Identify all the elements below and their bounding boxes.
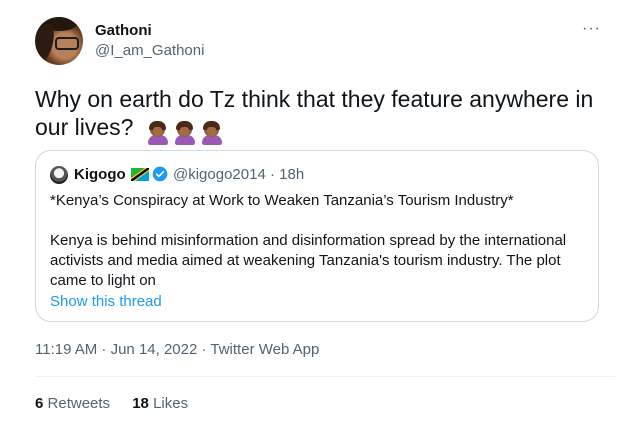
quoted-body: Kenya is behind misinformation and disin… bbox=[50, 232, 567, 289]
author-name[interactable]: Gathoni bbox=[95, 22, 152, 39]
author-handle[interactable]: @I_am_Gathoni bbox=[95, 42, 204, 59]
facepalm-emoji-icon bbox=[173, 120, 197, 145]
facepalm-emojis bbox=[146, 117, 227, 145]
quoted-headline: *Kenya’s Conspiracy at Work to Weaken Ta… bbox=[50, 192, 514, 209]
verified-badge-icon bbox=[152, 166, 168, 182]
quoted-tweet[interactable]: Kigogo @kigogo2014 · 18h *Kenya’s Conspi… bbox=[35, 150, 599, 322]
divider bbox=[35, 376, 615, 377]
facepalm-emoji-icon bbox=[200, 120, 224, 145]
likes-label: Likes bbox=[153, 395, 189, 412]
retweets-stat[interactable]: 6 Retweets bbox=[35, 395, 110, 412]
author-avatar[interactable] bbox=[35, 17, 83, 65]
retweets-label: Retweets bbox=[47, 395, 111, 412]
tanzania-flag-icon bbox=[131, 168, 149, 181]
tweet-timestamp[interactable]: 11:19 AM · Jun 14, 2022 · Twitter Web Ap… bbox=[35, 341, 319, 358]
likes-count: 18 bbox=[132, 395, 149, 412]
quoted-author-name: Kigogo bbox=[74, 166, 126, 183]
retweets-count: 6 bbox=[35, 395, 44, 412]
tweet-text-body: Why on earth do Tz think that they featu… bbox=[35, 86, 594, 140]
more-horizontal-icon[interactable]: ··· bbox=[582, 20, 601, 38]
show-thread-link[interactable]: Show this thread bbox=[50, 293, 162, 310]
likes-stat[interactable]: 18 Likes bbox=[132, 395, 188, 412]
quoted-meta: @kigogo2014 · 18h bbox=[173, 166, 305, 183]
tweet-stats: 6 Retweets 18 Likes bbox=[35, 395, 206, 412]
tweet-text: Why on earth do Tz think that they featu… bbox=[35, 85, 615, 145]
facepalm-emoji-icon bbox=[146, 120, 170, 145]
tweet-card: Gathoni @I_am_Gathoni ··· Why on earth d… bbox=[0, 0, 624, 421]
quoted-author-avatar bbox=[50, 166, 68, 184]
